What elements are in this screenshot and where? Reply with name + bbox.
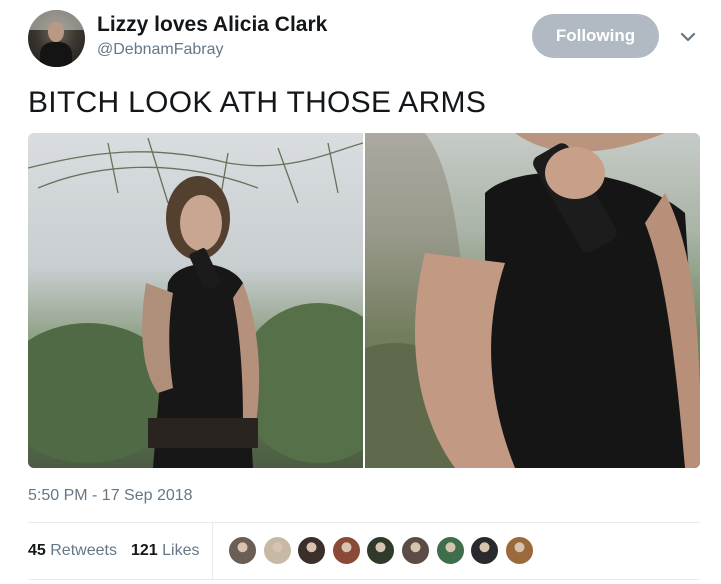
chevron-down-icon[interactable] (677, 26, 699, 48)
photo-right[interactable] (364, 133, 700, 468)
retweets-stat[interactable]: 45 Retweets (28, 542, 117, 560)
likes-stat[interactable]: 121 Likes (131, 542, 200, 560)
liker-avatar[interactable] (470, 536, 500, 565)
following-button[interactable]: Following (532, 14, 659, 58)
display-name[interactable]: Lizzy loves Alicia Clark (97, 13, 327, 37)
liker-avatar[interactable] (331, 536, 361, 565)
likes-label: Likes (162, 542, 200, 559)
tweet-header: Lizzy loves Alicia Clark @DebnamFabray F… (28, 10, 700, 70)
liker-avatar[interactable] (401, 536, 430, 565)
likes-count: 121 (131, 542, 158, 559)
user-handle[interactable]: @DebnamFabray (97, 41, 224, 59)
tweet-text: BITCH LOOK ATH THOSE ARMS (28, 86, 487, 119)
liker-avatar[interactable] (504, 536, 534, 565)
retweets-label: Retweets (50, 542, 117, 559)
liker-avatar[interactable] (435, 536, 465, 565)
tweet-timestamp[interactable]: 5:50 PM - 17 Sep 2018 (28, 487, 193, 505)
tweet-stats: 45 Retweets 121 Likes (28, 523, 700, 579)
liker-avatar[interactable] (262, 536, 292, 565)
divider (28, 579, 700, 580)
liker-avatar[interactable] (297, 536, 327, 565)
avatar[interactable] (28, 10, 85, 67)
liker-avatar[interactable] (366, 536, 396, 565)
retweets-count: 45 (28, 542, 46, 559)
liker-avatar[interactable] (228, 536, 257, 565)
tweet-media[interactable] (28, 133, 700, 468)
stats-divider (212, 523, 213, 579)
photo-left[interactable] (28, 133, 363, 468)
